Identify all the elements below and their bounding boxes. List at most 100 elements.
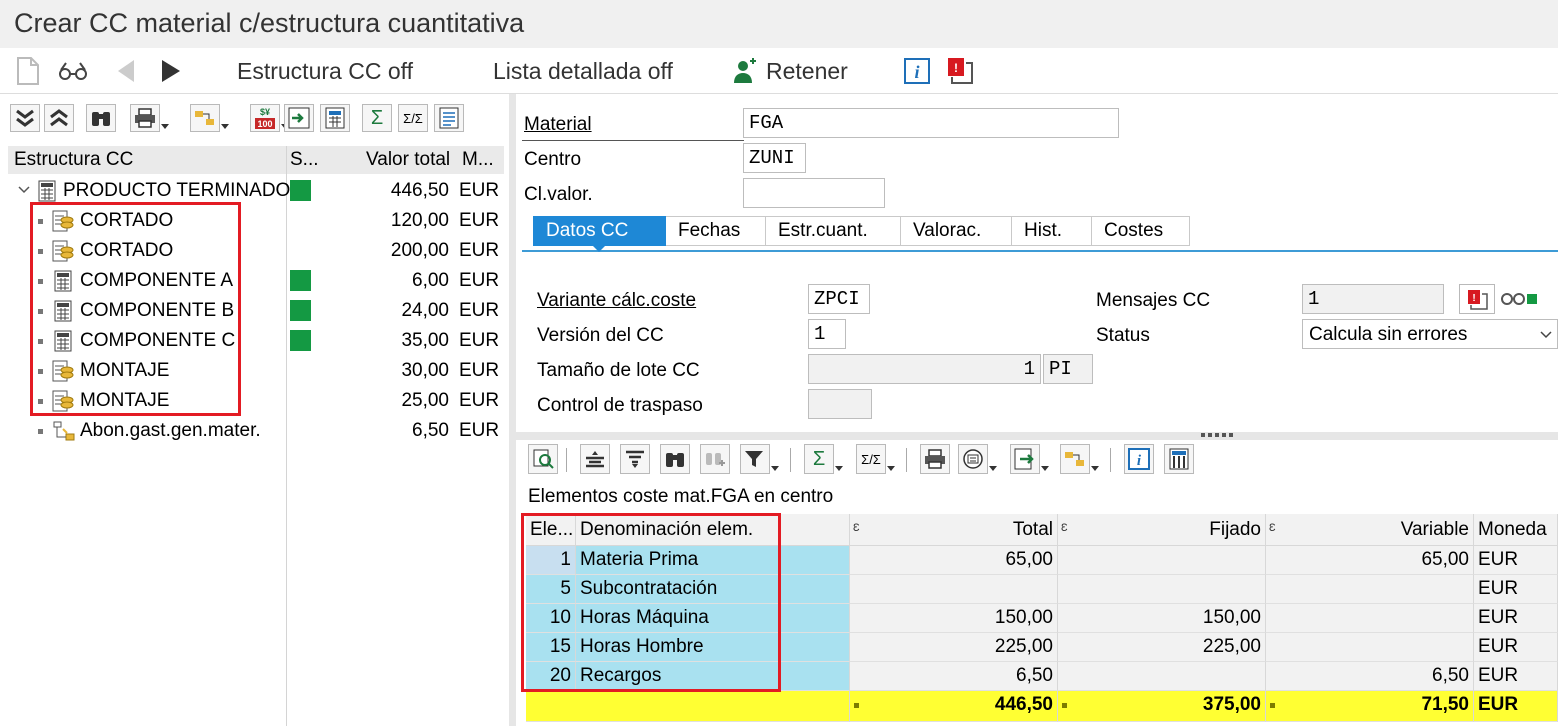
mensajes-field[interactable]: 1	[1302, 284, 1444, 314]
cell-total[interactable]: 150,00	[850, 604, 1058, 633]
cell-fijado[interactable]	[1058, 662, 1266, 691]
tree-row-currency: EUR	[459, 390, 500, 411]
next-arrow-icon[interactable]	[160, 56, 182, 86]
detail-list-icon[interactable]	[434, 104, 464, 132]
tab-costes[interactable]: Costes	[1092, 216, 1190, 246]
estructura-off-button[interactable]: Estructura CC off	[237, 56, 413, 86]
calculator-icon[interactable]	[320, 104, 350, 132]
details-magnifier-icon[interactable]	[528, 444, 558, 474]
tab-datos-cc[interactable]: Datos CC	[533, 216, 666, 246]
cell-total[interactable]	[850, 575, 1058, 604]
cell-moneda[interactable]: EUR	[1474, 575, 1558, 604]
info-icon[interactable]: i	[904, 56, 930, 86]
cell-total[interactable]: 65,00	[850, 546, 1058, 575]
tab-hist[interactable]: Hist.	[1012, 216, 1092, 246]
sum-icon[interactable]: Σ	[804, 444, 843, 474]
find-next-icon[interactable]	[700, 444, 730, 474]
subtotal-icon[interactable]: Σ/Σ	[398, 104, 428, 132]
status-green-indicator	[290, 300, 311, 321]
cell-fijado[interactable]	[1058, 546, 1266, 575]
material-label: Material	[524, 114, 592, 135]
col-moneda[interactable]: Moneda	[1474, 514, 1558, 546]
print-icon[interactable]	[130, 104, 169, 132]
print-icon[interactable]	[920, 444, 950, 474]
cell-variable[interactable]	[1266, 604, 1474, 633]
new-document-icon[interactable]	[16, 56, 40, 86]
lote-unit-field[interactable]: PI	[1043, 354, 1093, 384]
tree-row[interactable]: Abon.gast.gen.mater. 6,50 EUR	[0, 416, 505, 446]
subtotal-icon[interactable]: Σ/Σ	[856, 444, 895, 474]
main-toolbar: Estructura CC off Lista detallada off Re…	[0, 48, 1558, 94]
tree-row-value: 6,50	[412, 420, 449, 441]
variante-field[interactable]: ZPCI	[808, 284, 870, 314]
cell-fijado[interactable]: 225,00	[1058, 633, 1266, 662]
status-dropdown[interactable]: Calcula sin errores	[1302, 319, 1558, 349]
sum-dot-icon	[1270, 703, 1275, 708]
cell-moneda[interactable]: EUR	[1474, 662, 1558, 691]
filter-icon[interactable]	[740, 444, 779, 474]
cell-variable[interactable]: 65,00	[1266, 546, 1474, 575]
cell-moneda[interactable]: EUR	[1474, 546, 1558, 575]
column-layout-icon[interactable]	[1164, 444, 1194, 474]
col-estructura-cc[interactable]: Estructura CC	[14, 149, 133, 171]
info-icon[interactable]: i	[1124, 444, 1154, 474]
cell-fijado[interactable]	[1058, 575, 1266, 604]
tab-valorac[interactable]: Valorac.	[901, 216, 1012, 246]
highlight-box-tree	[30, 202, 241, 416]
lote-label: Tamaño de lote CC	[537, 360, 700, 381]
total-sum-value: 446,50	[994, 694, 1053, 715]
layout-icon[interactable]	[1060, 444, 1099, 474]
sort-ascending-icon[interactable]	[580, 444, 610, 474]
messages-icon[interactable]: !	[946, 56, 976, 86]
tree-row-currency: EUR	[459, 180, 500, 201]
currency-convert-icon[interactable]: $¥ 100	[250, 104, 289, 132]
cell-moneda[interactable]: EUR	[1474, 604, 1558, 633]
col-total[interactable]: Total	[850, 514, 1058, 546]
col-status[interactable]: S...	[290, 149, 319, 171]
lista-detallada-off-button[interactable]: Lista detallada off	[493, 56, 673, 86]
col-variable[interactable]: Variable	[1266, 514, 1474, 546]
layout-structure-icon[interactable]	[190, 104, 229, 132]
centro-field[interactable]: ZUNI	[743, 143, 806, 173]
cell-moneda[interactable]: EUR	[1474, 633, 1558, 662]
status-green-indicator	[290, 270, 311, 291]
retener-button[interactable]: Retener	[732, 56, 848, 86]
export-icon[interactable]	[1010, 444, 1049, 474]
sum-icon[interactable]: Σ	[362, 104, 392, 132]
cell-total[interactable]: 225,00	[850, 633, 1058, 662]
messages-button[interactable]: !	[1459, 284, 1495, 314]
collapse-all-icon[interactable]	[44, 104, 74, 132]
views-icon[interactable]	[958, 444, 997, 474]
version-field[interactable]: 1	[808, 319, 846, 349]
col-valor-total[interactable]: Valor total	[366, 149, 450, 171]
horizontal-splitter[interactable]	[516, 432, 1558, 440]
svg-text:100: 100	[257, 119, 272, 129]
display-glasses-icon[interactable]	[58, 56, 88, 86]
traspaso-field[interactable]	[808, 389, 872, 419]
tree-row-currency: EUR	[459, 300, 500, 321]
tab-estr-cuant[interactable]: Estr.cuant.	[766, 216, 901, 246]
tab-fechas[interactable]: Fechas	[666, 216, 766, 246]
export-icon[interactable]	[284, 104, 314, 132]
cell-variable[interactable]: 6,50	[1266, 662, 1474, 691]
col-moneda[interactable]: M...	[462, 149, 494, 171]
cell-total[interactable]: 6,50	[850, 662, 1058, 691]
lote-field[interactable]: 1	[808, 354, 1041, 384]
tree-row-value: 35,00	[401, 330, 449, 351]
find-binoculars-icon[interactable]	[660, 444, 690, 474]
chevron-down-icon[interactable]	[18, 185, 30, 195]
vertical-splitter[interactable]	[509, 94, 516, 726]
cell-variable[interactable]	[1266, 575, 1474, 604]
expand-all-icon[interactable]	[10, 104, 40, 132]
col-fijado[interactable]: Fijado	[1058, 514, 1266, 546]
sort-descending-icon[interactable]	[620, 444, 650, 474]
material-field[interactable]: FGA	[743, 108, 1119, 138]
tab-strip: Datos CC Fechas Estr.cuant. Valorac. His…	[533, 216, 1190, 246]
clvalor-field[interactable]	[743, 178, 885, 208]
previous-arrow-icon[interactable]	[116, 56, 136, 86]
cell-variable[interactable]	[1266, 633, 1474, 662]
cell-fijado[interactable]: 150,00	[1058, 604, 1266, 633]
tree-row-currency: EUR	[459, 270, 500, 291]
total-sum-cell: 446,50	[850, 691, 1058, 722]
find-binoculars-icon[interactable]	[86, 104, 116, 132]
